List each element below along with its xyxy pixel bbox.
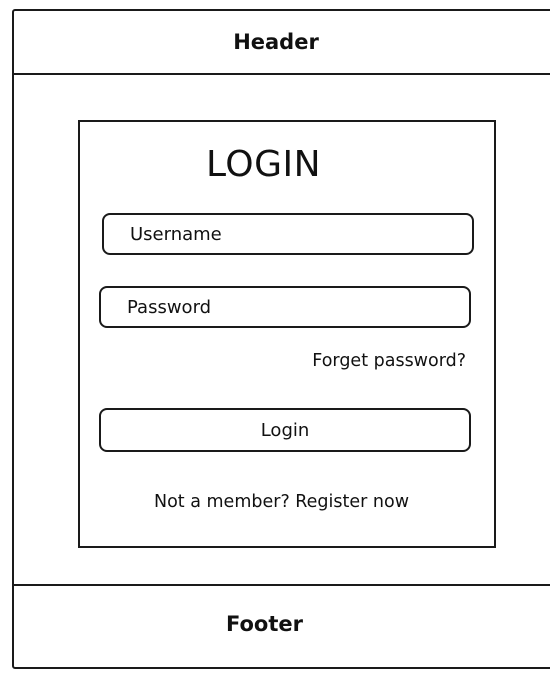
password-input[interactable] <box>99 286 471 328</box>
username-input[interactable] <box>102 213 474 255</box>
forget-password-link[interactable]: Forget password? <box>312 351 466 371</box>
login-button[interactable]: Login <box>99 408 471 452</box>
header-title: Header <box>233 30 319 54</box>
login-title: LOGIN <box>206 144 322 185</box>
page-footer: Footer <box>14 584 550 676</box>
footer-title: Footer <box>226 612 303 636</box>
register-link[interactable]: Not a member? Register now <box>154 492 409 512</box>
page-header: Header <box>14 11 550 75</box>
login-panel: LOGIN Forget password? Login Not a membe… <box>78 120 496 548</box>
